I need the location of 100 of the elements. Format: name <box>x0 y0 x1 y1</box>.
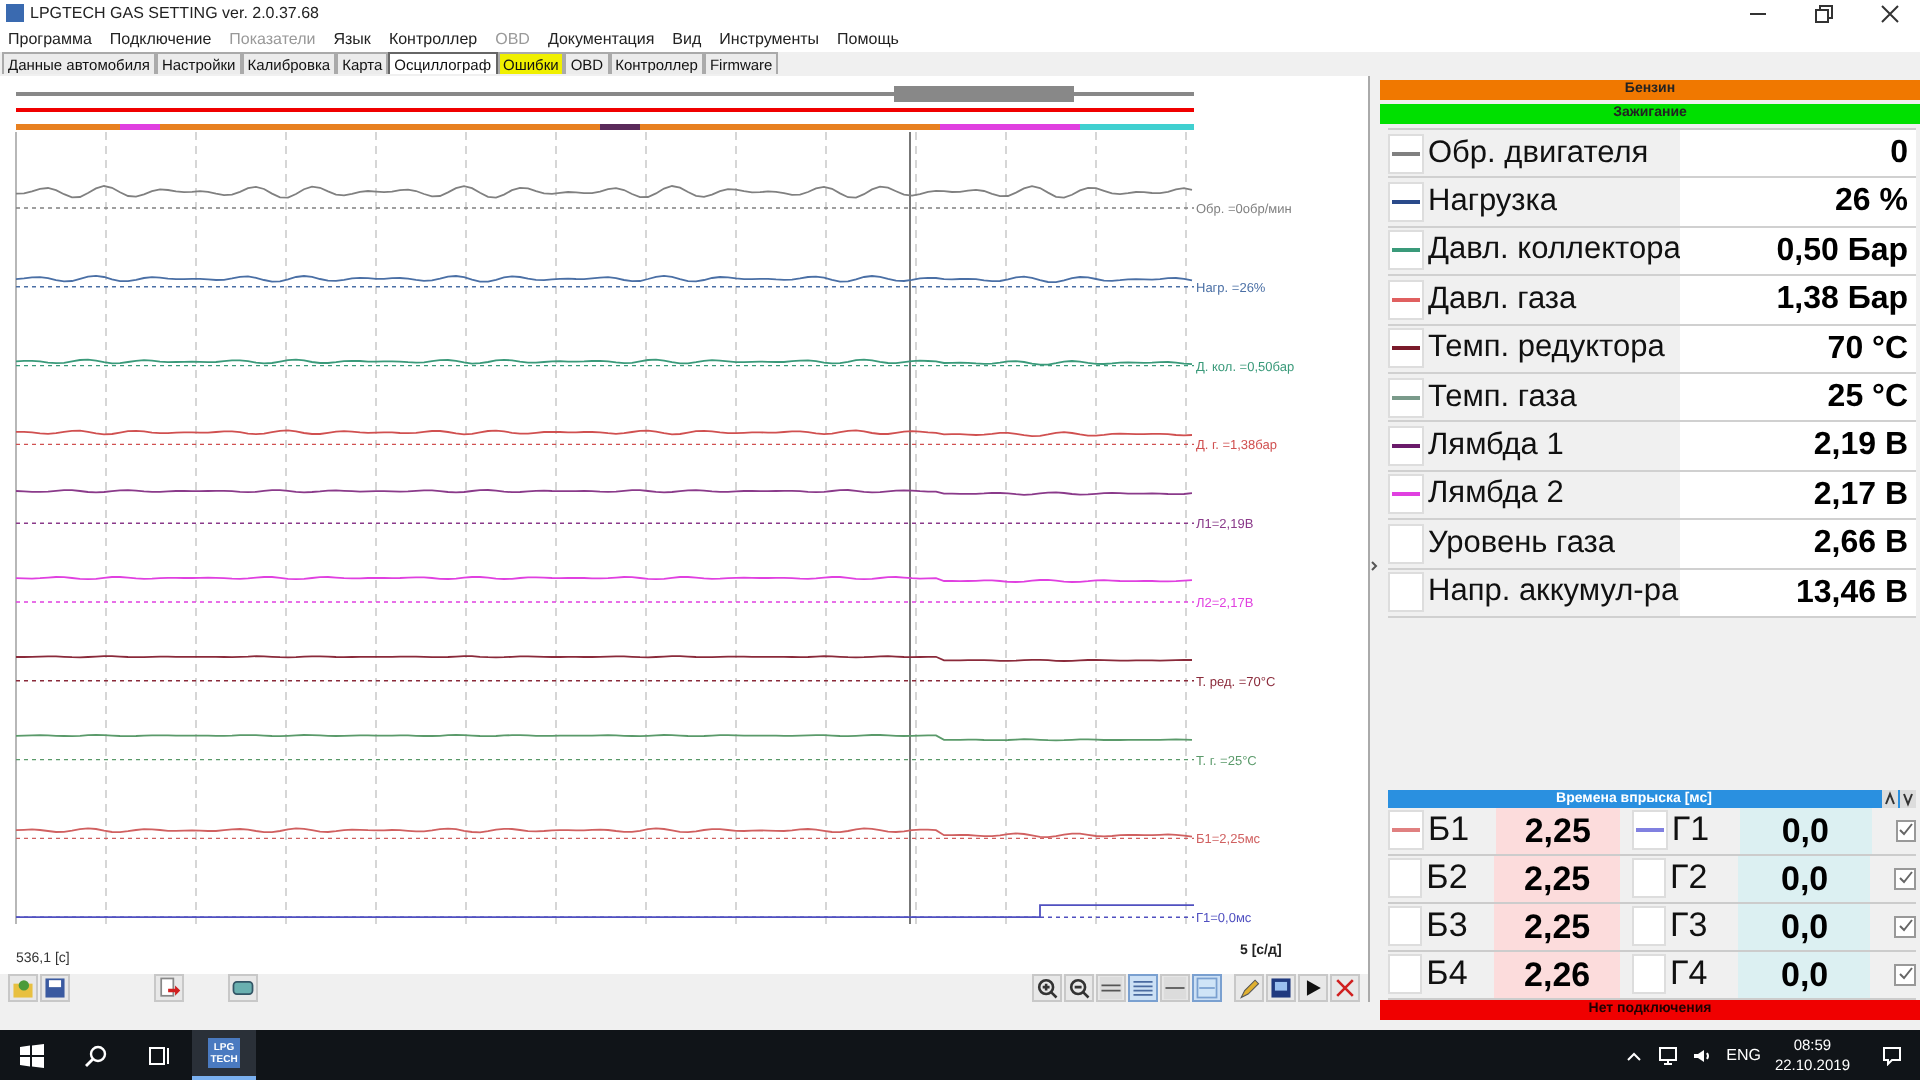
line-swatch[interactable] <box>1388 328 1424 369</box>
line-swatch[interactable] <box>1388 810 1424 851</box>
checkbox[interactable] <box>1894 963 1917 986</box>
menu-item[interactable]: Контроллер <box>388 30 478 48</box>
menu-item[interactable]: Программа <box>8 30 92 48</box>
gas-injector-label: Г1 <box>1671 810 1712 851</box>
line-swatch[interactable] <box>1631 810 1668 851</box>
parameter-value: 25 °C <box>1680 373 1916 421</box>
line-swatch[interactable] <box>1388 954 1423 995</box>
pen-icon <box>1236 974 1262 1002</box>
parameter-name: Лямбда 2 <box>1428 476 1566 513</box>
line-swatch[interactable] <box>1388 230 1424 271</box>
one-line-button[interactable] <box>1160 974 1190 1002</box>
petrol-injector-label: Б2 <box>1426 858 1470 899</box>
up-arrow-icon[interactable] <box>1882 789 1898 808</box>
gas-injector-label: Г3 <box>1670 906 1710 947</box>
parameter-name: Давл. газа <box>1428 281 1579 318</box>
line-swatch[interactable] <box>1388 182 1424 223</box>
two-lines-button[interactable] <box>1096 974 1126 1002</box>
close-icon <box>1332 974 1358 1002</box>
two-lines-icon <box>1098 974 1124 1002</box>
language-indicator[interactable]: ENG <box>1726 1046 1761 1064</box>
zoom-in-button[interactable] <box>1032 974 1062 1002</box>
gas-injection-time: 0,0 <box>1738 903 1871 950</box>
parameter-name: Нагрузка <box>1428 184 1560 221</box>
parameter-name: Лямбда 1 <box>1428 428 1566 465</box>
play-button[interactable] <box>1298 974 1328 1002</box>
parameter-name: Напр. аккумул-ра <box>1428 574 1680 611</box>
open-icon <box>10 974 36 1002</box>
line-swatch[interactable] <box>1388 474 1424 515</box>
parameter-value: 26 % <box>1680 178 1916 226</box>
parameter-name: Давл. коллектора <box>1428 232 1681 269</box>
menu-item[interactable]: Вид <box>672 30 702 48</box>
monitor-icon <box>1268 974 1294 1002</box>
petrol-injection-time: 2,26 <box>1494 951 1620 998</box>
line-swatch[interactable] <box>1388 279 1424 320</box>
line-swatch[interactable] <box>1388 523 1424 564</box>
monitor-button[interactable] <box>1266 974 1296 1002</box>
checkbox[interactable] <box>1895 819 1916 842</box>
parameter-value: 2,66 В <box>1680 520 1916 568</box>
menu-item[interactable]: Инструменты <box>719 30 820 48</box>
line-swatch[interactable] <box>1388 426 1424 467</box>
restore-icon[interactable] <box>1814 3 1834 23</box>
network-icon[interactable] <box>1658 1045 1679 1065</box>
petrol-injection-time: 2,25 <box>1494 903 1620 950</box>
parameter-value: 0 <box>1680 130 1916 177</box>
gas-injector-label: Г2 <box>1670 858 1710 899</box>
line-swatch[interactable] <box>1631 954 1667 995</box>
gas-injection-time: 0,0 <box>1738 951 1871 998</box>
petrol-injection-time: 2,25 <box>1495 807 1620 854</box>
petrol-injector-label: Б3 <box>1426 906 1470 947</box>
zoom-out-button[interactable] <box>1064 974 1094 1002</box>
down-arrow-icon[interactable] <box>1900 789 1916 808</box>
scrollbar[interactable] <box>16 86 1194 102</box>
petrol-injection-time: 2,25 <box>1494 855 1620 902</box>
line-swatch[interactable] <box>1631 906 1667 947</box>
parameter-name: Темп. редуктора <box>1428 330 1667 367</box>
parameter-value: 1,38 Бар <box>1680 276 1916 324</box>
parameter-value: 13,46 В <box>1680 569 1916 616</box>
search-icon[interactable] <box>84 1043 108 1067</box>
close-button[interactable] <box>1330 974 1360 1002</box>
many-lines-button[interactable] <box>1128 974 1158 1002</box>
pen-button[interactable] <box>1234 974 1264 1002</box>
window-title: LPGTECH GAS SETTING ver. 2.0.37.68 <box>30 4 321 22</box>
zoom-in-icon <box>1034 974 1060 1002</box>
parameter-name: Обр. двигателя <box>1428 135 1651 172</box>
line-swatch[interactable] <box>1388 906 1423 947</box>
windows-start-icon[interactable] <box>20 1043 44 1067</box>
parameter-value: 2,19 В <box>1680 422 1916 470</box>
petrol-injector-label: Б1 <box>1428 810 1472 851</box>
zoom-out-icon <box>1066 974 1092 1002</box>
open-button[interactable] <box>8 974 38 1002</box>
line-swatch[interactable] <box>1388 572 1424 613</box>
parameter-name: Темп. газа <box>1428 379 1579 416</box>
notification-icon[interactable] <box>1882 1045 1902 1065</box>
save-button[interactable] <box>40 974 70 1002</box>
checkbox[interactable] <box>1894 867 1917 890</box>
export-button[interactable] <box>154 974 184 1002</box>
gas-injection-time: 0,0 <box>1738 855 1871 902</box>
line-swatch[interactable] <box>1388 858 1423 899</box>
volume-icon[interactable] <box>1692 1045 1713 1065</box>
menu-item[interactable]: Язык <box>333 30 371 48</box>
panel-icon <box>1194 974 1220 1002</box>
line-swatch[interactable] <box>1388 133 1424 174</box>
checkbox[interactable] <box>1894 915 1917 938</box>
petrol-injector-label: Б4 <box>1426 954 1470 995</box>
gas-injection-time: 0,0 <box>1739 807 1872 854</box>
task-view-icon[interactable] <box>148 1043 172 1067</box>
parameter-value: 70 °C <box>1680 325 1916 372</box>
close-icon[interactable] <box>1880 3 1900 23</box>
parameter-value: 2,17 В <box>1680 471 1916 519</box>
line-swatch[interactable] <box>1631 858 1667 899</box>
save-icon <box>42 974 68 1002</box>
menu-item[interactable]: Помощь <box>837 30 899 48</box>
menu-item[interactable]: Документация <box>547 30 655 48</box>
app-icon <box>6 4 24 22</box>
gas-injector-label: Г4 <box>1670 954 1710 995</box>
menu-item[interactable]: Подключение <box>109 30 212 48</box>
line-swatch[interactable] <box>1388 377 1424 418</box>
export-icon <box>156 974 182 1002</box>
